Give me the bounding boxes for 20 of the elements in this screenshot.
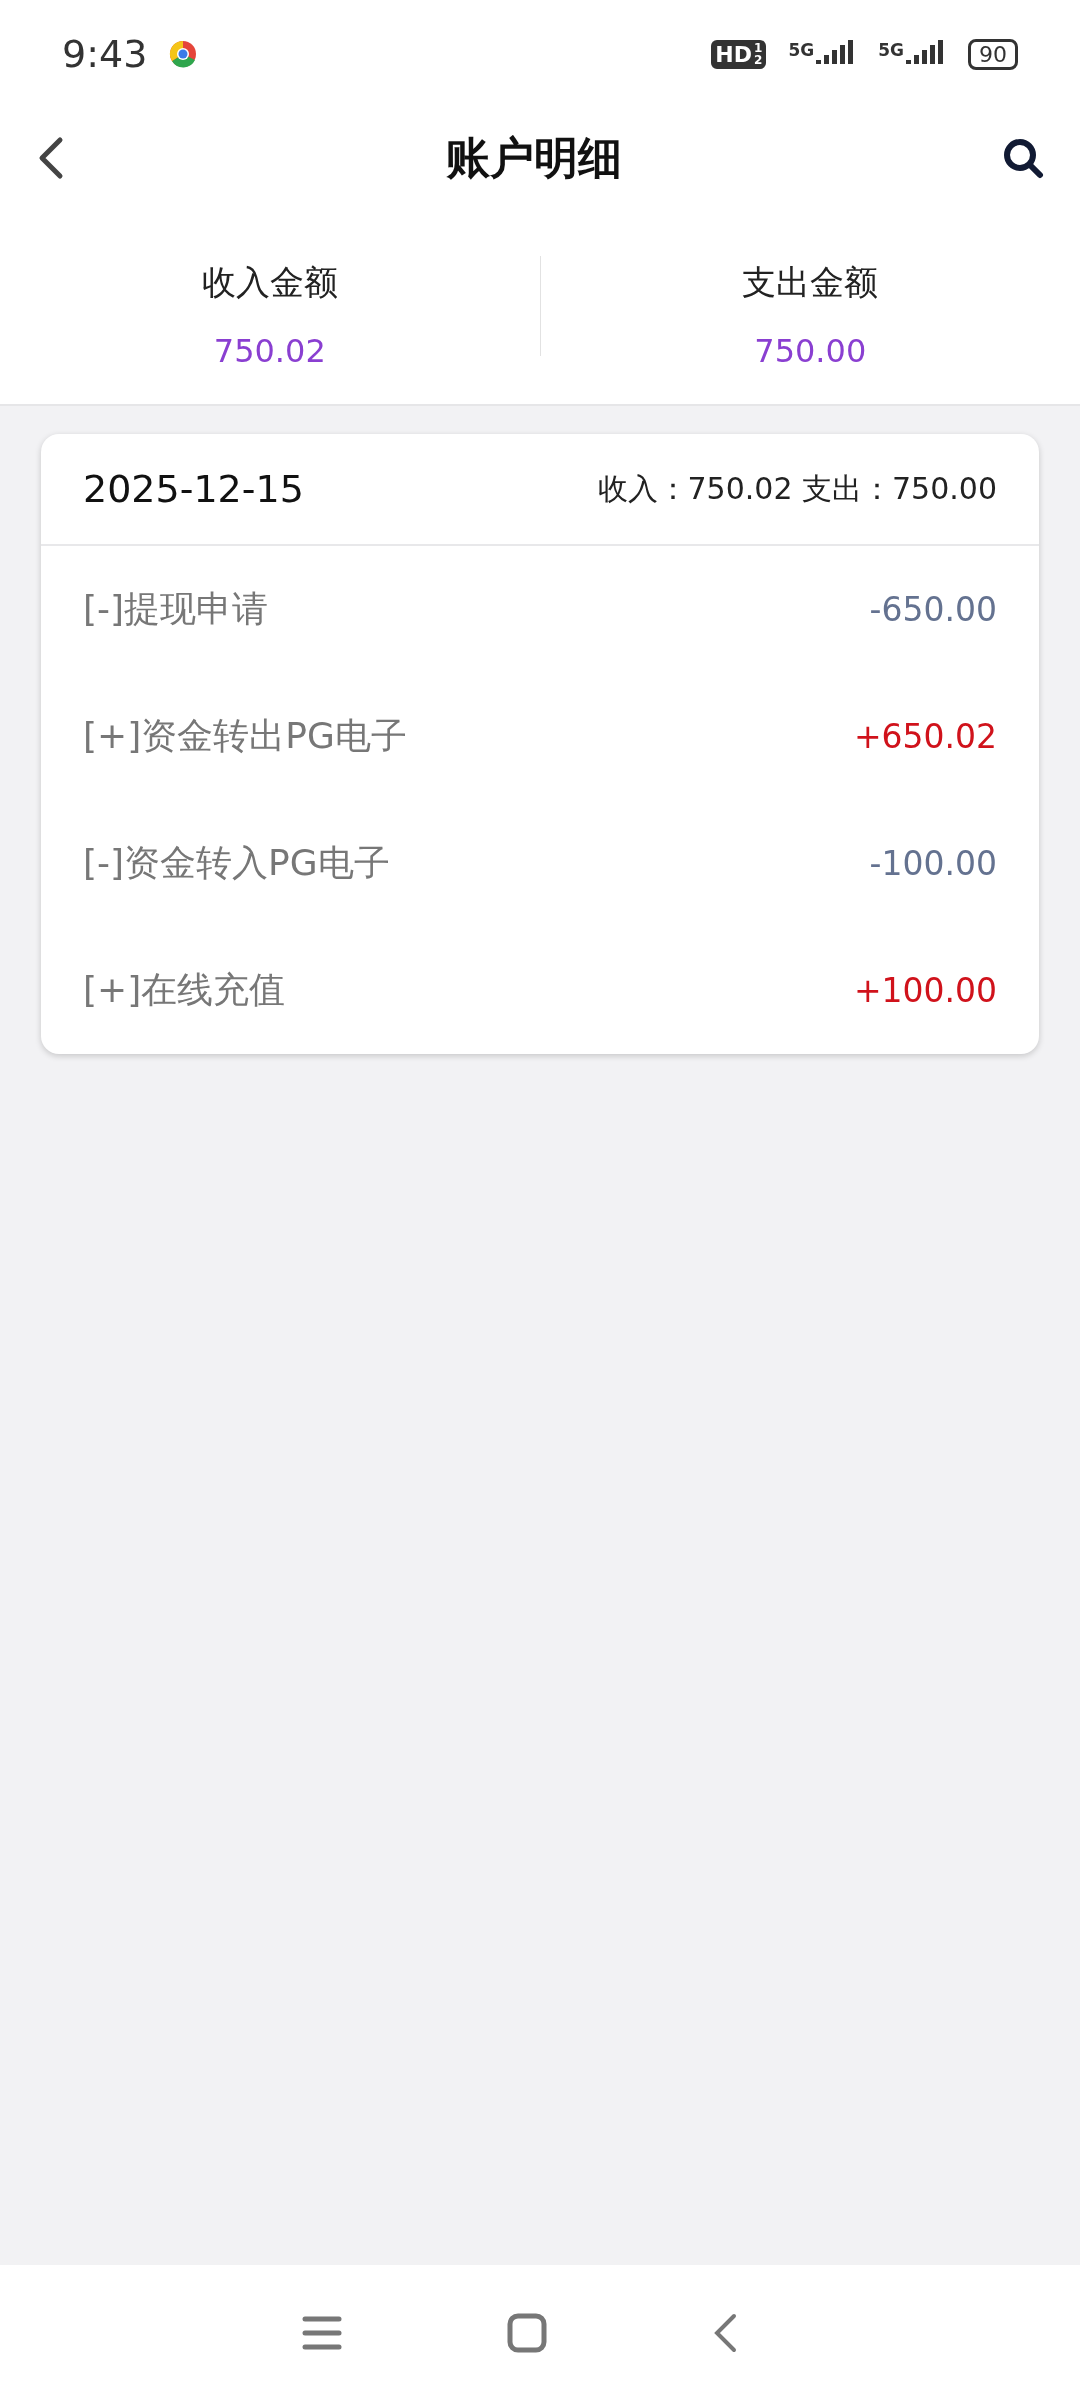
status-time: 9:43 <box>62 32 148 76</box>
day-totals: 收入：750.02 支出：750.00 <box>597 469 997 508</box>
entry-amount: +650.02 <box>853 717 997 756</box>
entry-date: 2025-12-15 <box>83 467 304 511</box>
entry-label: [+]资金转出PG电子 <box>83 714 407 758</box>
entry-label: [-]资金转入PG电子 <box>83 841 390 885</box>
summary-amount: 750.00 <box>754 332 867 370</box>
network-type: 5G <box>788 40 815 60</box>
battery-level: 90 <box>968 38 1018 70</box>
browser-icon <box>169 40 198 68</box>
entry-label: [+]在线充值 <box>83 968 286 1012</box>
network-type: 5G <box>878 40 904 60</box>
summary-label: 收入金额 <box>201 261 338 304</box>
entry-amount: -650.00 <box>869 590 997 629</box>
entry-amount: -100.00 <box>869 844 997 883</box>
summary-label: 支出金额 <box>742 261 879 304</box>
entry-label: [-]提现申请 <box>83 587 269 631</box>
page-title: 账户明细 <box>446 130 622 185</box>
summary-amount: 750.02 <box>213 332 326 370</box>
entry-amount: +100.00 <box>853 971 997 1010</box>
